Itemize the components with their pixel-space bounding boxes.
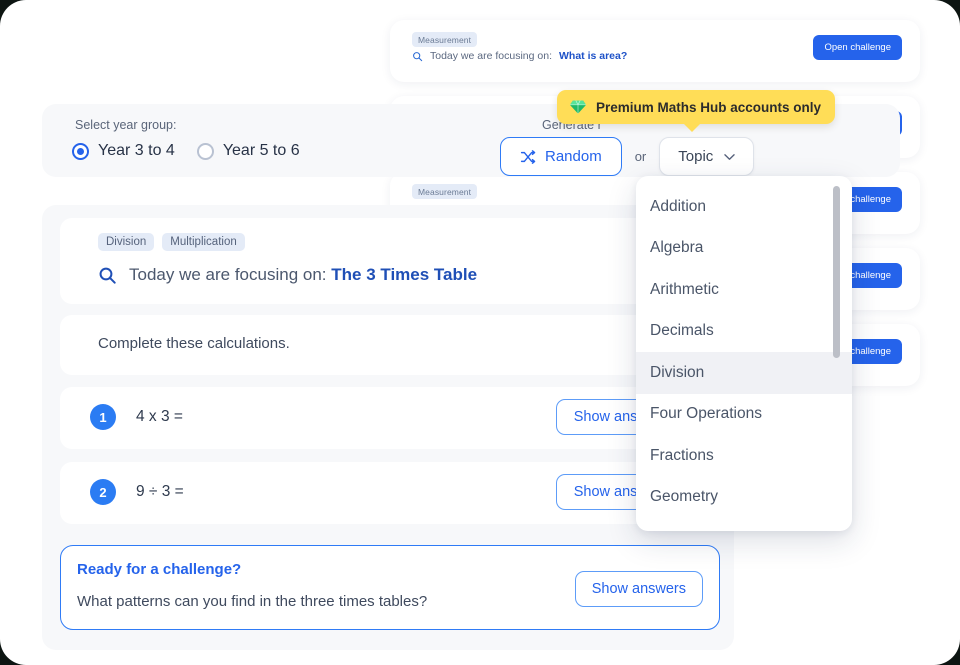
worksheet-instruction-text: Complete these calculations. xyxy=(98,335,290,352)
question-row: 2 9 ÷ 3 = Show answers xyxy=(60,462,716,524)
premium-tooltip-text: Premium Maths Hub accounts only xyxy=(596,100,821,115)
year-group-label: Select year group: xyxy=(75,118,176,132)
shuffle-icon xyxy=(520,149,536,165)
search-icon xyxy=(412,51,423,62)
app-page: Measurement Today we are focusing on: Wh… xyxy=(0,0,960,665)
challenge-body: What patterns can you find in the three … xyxy=(77,593,427,610)
worksheet-instruction-card: Complete these calculations. xyxy=(60,315,716,375)
radio-label: Year 5 to 6 xyxy=(223,142,300,160)
worksheet-tag: Multiplication xyxy=(162,233,244,251)
question-row: 1 4 x 3 = Show answers xyxy=(60,387,716,449)
chevron-down-icon xyxy=(724,153,735,161)
open-challenge-button[interactable]: Open challenge xyxy=(813,35,902,60)
radio-dot-icon xyxy=(72,143,89,160)
dropdown-scrollbar[interactable] xyxy=(833,186,840,521)
radio-year-3-to-4[interactable]: Year 3 to 4 xyxy=(72,142,175,160)
topic-dropdown-button[interactable]: Topic xyxy=(659,137,754,176)
search-icon xyxy=(98,266,117,285)
question-text: 9 ÷ 3 = xyxy=(136,483,184,501)
dropdown-item-four-operations[interactable]: Four Operations xyxy=(636,394,852,436)
premium-tooltip: Premium Maths Hub accounts only xyxy=(557,90,835,124)
question-number-badge: 2 xyxy=(90,479,116,505)
generate-controls: Random or Topic xyxy=(500,137,754,176)
card-focus-line: Today we are focusing on: What is area? xyxy=(412,50,627,62)
challenge-callout: Ready for a challenge? What patterns can… xyxy=(60,545,720,630)
worksheet-header-card xyxy=(60,218,716,304)
dropdown-scrollbar-thumb[interactable] xyxy=(833,186,840,358)
worksheet-focus-text: Today we are focusing on: The 3 Times Ta… xyxy=(129,265,477,285)
worksheet-focus-topic: The 3 Times Table xyxy=(331,265,477,284)
year-group-radios: Year 3 to 4 Year 5 to 6 xyxy=(72,142,300,160)
question-number-badge: 1 xyxy=(90,404,116,430)
card-tag: Measurement xyxy=(412,32,477,47)
random-button-label: Random xyxy=(545,148,602,165)
dropdown-item-arithmetic[interactable]: Arithmetic xyxy=(636,269,852,311)
worksheet-tags: Division Multiplication xyxy=(98,233,245,251)
challenge-show-answers-button[interactable]: Show answers xyxy=(575,571,703,607)
radio-label: Year 3 to 4 xyxy=(98,142,175,160)
card-focus-topic: What is area? xyxy=(559,50,627,62)
topic-dropdown-menu: Addition Algebra Arithmetic Decimals Div… xyxy=(636,176,852,531)
random-button[interactable]: Random xyxy=(500,137,622,176)
challenge-card: Measurement Today we are focusing on: Wh… xyxy=(390,20,920,82)
challenge-title: Ready for a challenge? xyxy=(77,561,241,578)
topic-button-label: Topic xyxy=(678,148,713,165)
radio-year-5-to-6[interactable]: Year 5 to 6 xyxy=(197,142,300,160)
dropdown-item-measurement[interactable]: Measurement xyxy=(636,518,852,531)
worksheet-focus-prefix: Today we are focusing on: xyxy=(129,265,327,284)
dropdown-item-division[interactable]: Division xyxy=(636,352,852,394)
dropdown-item-geometry[interactable]: Geometry xyxy=(636,477,852,519)
radio-dot-icon xyxy=(197,143,214,160)
gem-icon xyxy=(569,99,587,115)
worksheet-tag: Division xyxy=(98,233,154,251)
dropdown-item-decimals[interactable]: Decimals xyxy=(636,311,852,353)
dropdown-item-addition[interactable]: Addition xyxy=(636,186,852,228)
or-separator: or xyxy=(635,149,647,164)
card-focus-prefix: Today we are focusing on: xyxy=(430,50,552,62)
dropdown-item-algebra[interactable]: Algebra xyxy=(636,228,852,270)
worksheet-focus-line: Today we are focusing on: The 3 Times Ta… xyxy=(98,265,477,285)
card-tag: Measurement xyxy=(412,184,477,199)
question-text: 4 x 3 = xyxy=(136,408,183,426)
dropdown-item-fractions[interactable]: Fractions xyxy=(636,435,852,477)
